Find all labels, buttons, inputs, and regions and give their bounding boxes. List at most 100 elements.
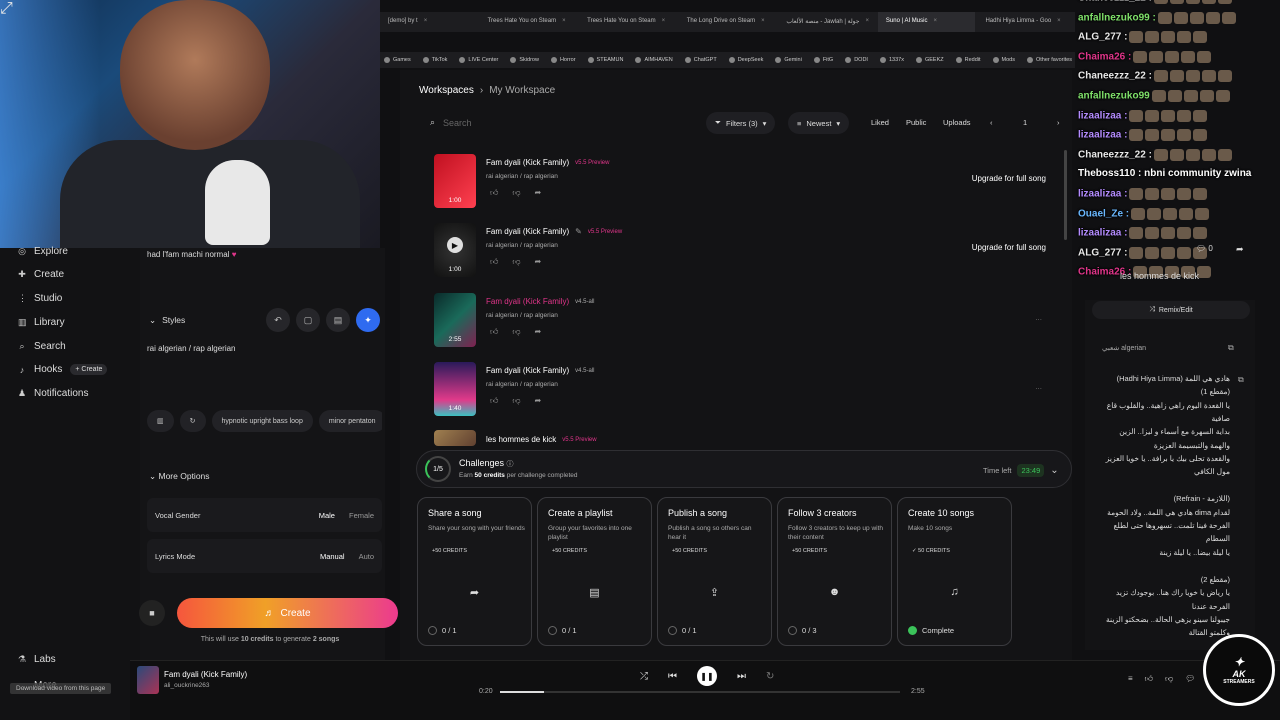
vocal-female-option[interactable]: Female	[349, 511, 374, 520]
song-cover[interactable]: ▶ 1:00	[434, 223, 476, 277]
style-tag[interactable]: minor pentaton	[318, 410, 382, 432]
list-scrollbar[interactable]	[1064, 150, 1067, 240]
bookmark-item[interactable]: FitG	[813, 57, 833, 63]
bookmark-item[interactable]: STEAMUN	[587, 57, 623, 63]
browser-tab[interactable]: Hadhi Hiya Limma - Goo ×	[977, 12, 1075, 32]
sidebar-item-hooks[interactable]: ♪ Hooks + Create	[18, 364, 108, 375]
expand-icon[interactable]: ⤢	[0, 0, 13, 18]
browser-tab[interactable]: [demo] by t ×	[380, 12, 478, 32]
bookmark-item[interactable]: Mods	[992, 57, 1015, 63]
sidebar-item-search[interactable]: ⌕ Search	[18, 341, 65, 352]
sidebar-item-library[interactable]: ▥ Library	[18, 317, 65, 328]
song-row[interactable]: ▶ 1:00 Fam dyali (Kick Family) ✎ v5.5 Previ…	[430, 221, 1060, 285]
bookmark-item[interactable]: ChatGPT	[684, 57, 717, 63]
sidebar-item-notifications[interactable]: ♟ Notifications	[18, 388, 88, 399]
sort-button[interactable]: ≡ Newest ▾	[788, 112, 850, 134]
breadcrumb-workspaces[interactable]: Workspaces	[419, 85, 474, 96]
song-cover[interactable]: 1:00	[434, 154, 476, 208]
close-icon[interactable]: ×	[424, 18, 428, 32]
magic-wand-button[interactable]: ✦	[356, 308, 380, 332]
thumbs-up-icon[interactable]: 👍︎	[490, 188, 498, 198]
prev-page-icon[interactable]: ‹	[990, 118, 993, 127]
thumbs-down-icon[interactable]: 👎︎	[512, 188, 520, 198]
bookmark-item[interactable]: Reddit	[955, 57, 981, 63]
hooks-create-button[interactable]: + Create	[70, 364, 108, 375]
song-title[interactable]: Fam dyali (Kick Family)	[486, 227, 569, 236]
edit-icon[interactable]: ✎	[575, 227, 582, 236]
song-cover[interactable]	[434, 430, 476, 446]
remix-button[interactable]: ⤨ Remix/Edit	[1092, 301, 1250, 319]
sidebar-item-labs[interactable]: ⚗ Labs	[18, 654, 56, 665]
song-title[interactable]: Fam dyali (Kick Family)	[486, 297, 569, 306]
song-title[interactable]: Fam dyali (Kick Family)	[486, 158, 569, 167]
share-icon[interactable]: ➦	[535, 257, 542, 267]
thumbs-down-icon[interactable]: 👎︎	[1165, 674, 1173, 684]
sidebar-item-studio[interactable]: ⋮ Studio	[18, 293, 62, 304]
progress-bar[interactable]	[500, 691, 900, 693]
chevron-down-icon[interactable]: ⌄	[1050, 465, 1058, 476]
song-title[interactable]: les hommes de kick	[486, 435, 556, 444]
previous-icon[interactable]: ⏮	[668, 671, 677, 682]
challenge-card[interactable]: Create a playlist Group your favorites i…	[537, 497, 652, 646]
copy-button[interactable]: ▢	[296, 308, 320, 332]
thumbs-up-icon[interactable]: 👍︎	[1145, 674, 1153, 684]
repeat-icon[interactable]: ↻	[766, 671, 774, 682]
copy-icon[interactable]: ⧉	[1228, 343, 1234, 353]
close-icon[interactable]: ×	[1057, 18, 1061, 32]
download-video-bar[interactable]: Download video from this page	[10, 683, 112, 694]
bookmark-item[interactable]: Gemini	[775, 57, 802, 63]
bookmark-item[interactable]: Other favorites	[1026, 57, 1072, 63]
bookmark-item[interactable]: 1337x	[879, 57, 904, 63]
close-icon[interactable]: ×	[865, 18, 869, 32]
lyrics-input[interactable]: had l'fam machi normal ♥	[147, 250, 236, 259]
refresh-tags-button[interactable]: ↻	[179, 410, 206, 432]
delete-style-button[interactable]: ▤	[326, 308, 350, 332]
bookmark-item[interactable]: TikTok	[422, 57, 447, 63]
share-icon[interactable]: ➦	[535, 327, 542, 337]
filters-button[interactable]: ⏷ Filters (3) ▾	[706, 112, 776, 134]
comments-count[interactable]: 💬︎ 0	[1196, 244, 1213, 253]
song-row[interactable]: les hommes de kick v5.5 Preview	[430, 430, 1060, 446]
bookmark-item[interactable]: AIMHAVEN	[635, 57, 673, 63]
vocal-male-option[interactable]: Male	[319, 511, 335, 520]
browser-tab[interactable]: منصة الألعاب - Jawlah | جولة ×	[778, 12, 876, 32]
song-row[interactable]: 1:40 Fam dyali (Kick Family) v4.5-all rai…	[430, 360, 1060, 424]
sidebar-item-create[interactable]: ✚ Create	[18, 269, 64, 280]
browser-tab[interactable]: Suno | AI Music ×	[877, 12, 976, 32]
upgrade-button[interactable]: Upgrade for full song	[972, 174, 1046, 183]
browser-tab[interactable]: Trees Hate You on Steam ×	[579, 12, 677, 32]
bookmark-item[interactable]: Horror	[550, 57, 576, 63]
bookmark-item[interactable]: DeepSeek	[728, 57, 763, 63]
styles-toggle[interactable]: ⌄ Styles	[149, 315, 185, 326]
close-icon[interactable]: ×	[933, 18, 937, 32]
public-filter[interactable]: Public	[906, 118, 926, 127]
liked-filter[interactable]: Liked	[871, 118, 889, 127]
queue-icon[interactable]: ≡	[1128, 674, 1133, 684]
more-options-toggle[interactable]: ⌄ More Options	[149, 471, 210, 482]
upgrade-button[interactable]: Upgrade for full song	[972, 243, 1046, 252]
style-tag[interactable]: hypnotic upright bass loop	[211, 410, 313, 432]
thumbs-down-icon[interactable]: 👎︎	[512, 396, 520, 406]
song-row[interactable]: 1:00 Fam dyali (Kick Family) v5.5 Preview…	[430, 152, 1060, 216]
bookmark-item[interactable]: LIVE Center	[459, 57, 498, 63]
song-cover[interactable]: 2:55	[434, 293, 476, 347]
lyrics-manual-option[interactable]: Manual	[320, 552, 345, 561]
create-button[interactable]: ♬ Create	[177, 598, 398, 628]
library-tag-button[interactable]: ▥	[147, 410, 174, 432]
share-icon[interactable]: ➦	[1236, 244, 1244, 255]
bookmark-item[interactable]: GEEKZ	[915, 57, 944, 63]
thumbs-down-icon[interactable]: 👎︎	[512, 327, 520, 337]
sidebar-item-explore[interactable]: ◎ Explore	[18, 246, 68, 257]
thumbs-up-icon[interactable]: 👍︎	[490, 257, 498, 267]
comment-icon[interactable]: 💬︎	[1185, 674, 1195, 684]
browser-tab[interactable]: The Long Drive on Steam ×	[679, 12, 777, 32]
close-icon[interactable]: ×	[562, 18, 566, 32]
lyrics-auto-option[interactable]: Auto	[359, 552, 374, 561]
clear-button[interactable]: ■	[139, 600, 165, 626]
shuffle-icon[interactable]: ⤮	[640, 671, 648, 682]
play-icon[interactable]: ▶	[447, 237, 463, 253]
bookmark-item[interactable]: Games	[384, 57, 411, 63]
share-icon[interactable]: ➦	[535, 396, 542, 406]
undo-button[interactable]: ↶	[266, 308, 290, 332]
close-icon[interactable]: ×	[662, 18, 666, 32]
